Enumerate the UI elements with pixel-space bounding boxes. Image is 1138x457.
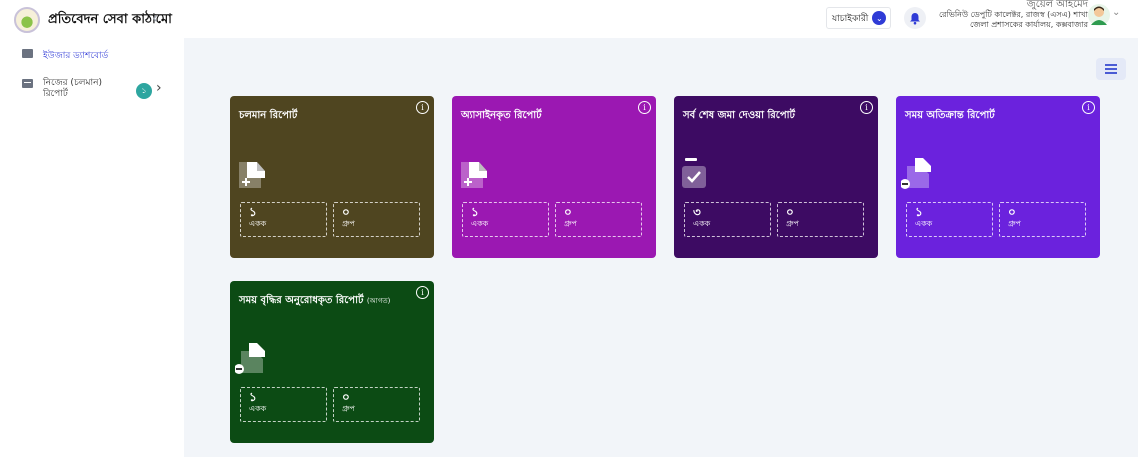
chevron-down-icon: ⌄: [872, 11, 887, 25]
stat-single[interactable]: ১ একক: [240, 202, 327, 237]
stat-label: একক: [471, 219, 489, 228]
stat-single[interactable]: ১ একক: [462, 202, 549, 237]
card-title: অ্যাসাইনকৃত রিপোর্ট: [461, 108, 542, 125]
info-icon[interactable]: i: [638, 101, 651, 114]
stat-label: গ্রুপ: [564, 219, 577, 228]
card-title: চলমান রিপোর্ট: [239, 108, 297, 125]
list-view-icon[interactable]: [1096, 58, 1126, 80]
brand[interactable]: প্রতিবেদন সেবা কাঠামো: [14, 7, 172, 33]
role-select[interactable]: যাচাইকারী ⌄: [826, 7, 892, 29]
card-title-text: অ্যাসাইনকৃত রিপোর্ট: [461, 110, 542, 121]
sidebar-item-label: নিজের (চলমান) রিপোর্ট: [43, 78, 102, 99]
user-designation: রেভিনিউ ডেপুটি কালেক্টর, রাজস্ব (এসএ) শা…: [938, 10, 1088, 19]
card-title-text: সময় অতিক্রান্ত রিপোর্ট: [905, 110, 995, 121]
stat-value: ১: [249, 390, 257, 404]
stat-single[interactable]: ৩ একক: [684, 202, 771, 237]
info-icon[interactable]: i: [416, 101, 429, 114]
count-badge: ১: [136, 83, 152, 99]
card-title: সময় বৃদ্ধির অনুরোধকৃত রিপোর্ট (আগত): [239, 293, 390, 310]
stat-value: ০: [786, 205, 794, 219]
stat-value: ০: [342, 390, 350, 404]
card-title-text: সময় বৃদ্ধির অনুরোধকৃত রিপোর্ট: [239, 295, 364, 306]
stat-value: ০: [342, 205, 350, 219]
user-name: জুয়েল আহমেদ: [1026, 0, 1088, 10]
report-icon: [22, 79, 33, 88]
stat-group[interactable]: ০ গ্রুপ: [333, 387, 420, 422]
stat-label: একক: [249, 404, 267, 413]
sidebar: ইউজার ড্যাশবোর্ড নিজের (চলমান) রিপোর্ট: [0, 38, 184, 457]
check-document-icon: [679, 158, 711, 192]
minus-document-icon: [900, 158, 933, 192]
user-info[interactable]: জুয়েল আহমেদ রেভিনিউ ডেপুটি কালেক্টর, রা…: [939, 0, 1088, 30]
notification-bell-icon[interactable]: [904, 7, 926, 29]
chevron-left-icon[interactable]: ‹: [152, 9, 158, 27]
stat-group[interactable]: ০ গ্রুপ: [333, 202, 420, 237]
app-logo-icon: [14, 7, 40, 33]
stat-single[interactable]: ১ একক: [906, 202, 993, 237]
stat-value: ১: [915, 205, 923, 219]
stat-label: একক: [693, 219, 711, 228]
report-card[interactable]: সর্ব শেষ জমা দেওয়া রিপোর্ট i ৩ একক ০ গ্রুপ: [674, 96, 878, 258]
user-office: জেলা প্রশাসকের কার্যালয়, কক্সবাজার: [969, 20, 1088, 29]
report-card[interactable]: সময় বৃদ্ধির অনুরোধকৃত রিপোর্ট (আগত) i ১ এক…: [230, 281, 434, 443]
info-icon[interactable]: i: [416, 286, 429, 299]
add-document-icon: [457, 158, 489, 192]
app-root: প্রতিবেদন সেবা কাঠামো ‹ যাচাইকারী ⌄ জুয়…: [0, 0, 1138, 457]
card-title-text: চলমান রিপোর্ট: [239, 110, 298, 121]
stat-group[interactable]: ০ গ্রুপ: [999, 202, 1086, 237]
top-bar: প্রতিবেদন সেবা কাঠামো ‹ যাচাইকারী ⌄ জুয়…: [0, 0, 1138, 38]
sidebar-item-dashboard[interactable]: ইউজার ড্যাশবোর্ড: [22, 48, 108, 63]
card-title: সর্ব শেষ জমা দেওয়া রিপোর্ট: [683, 108, 795, 125]
chevron-right-icon[interactable]: ›: [156, 80, 162, 96]
stat-value: ১: [471, 205, 479, 219]
sidebar-item-own-report[interactable]: নিজের (চলমান) রিপোর্ট: [22, 78, 113, 100]
card-subtitle: (আগত): [366, 297, 391, 305]
info-icon[interactable]: i: [1082, 101, 1095, 114]
stat-label: একক: [249, 219, 267, 228]
stat-value: ০: [1008, 205, 1016, 219]
stat-value: ১: [249, 205, 257, 219]
sidebar-item-label: ইউজার ড্যাশবোর্ড: [43, 51, 109, 61]
stat-label: গ্রুপ: [786, 219, 799, 228]
info-icon[interactable]: i: [860, 101, 873, 114]
stat-label: গ্রুপ: [342, 404, 355, 413]
stat-label: গ্রুপ: [1008, 219, 1021, 228]
stat-single[interactable]: ১ একক: [240, 387, 327, 422]
report-card[interactable]: সময় অতিক্রান্ত রিপোর্ট i ১ একক ০ গ্রুপ: [896, 96, 1100, 258]
report-card[interactable]: চলমান রিপোর্ট i ১ একক ০ গ্রুপ: [230, 96, 434, 258]
briefcase-icon: [22, 49, 33, 58]
report-card[interactable]: অ্যাসাইনকৃত রিপোর্ট i ১ একক ০ গ্রুপ: [452, 96, 656, 258]
chevron-down-icon[interactable]: ⌄: [1112, 7, 1120, 18]
minus-document-icon: [234, 343, 267, 377]
stat-label: গ্রুপ: [342, 219, 355, 228]
avatar[interactable]: [1088, 4, 1110, 26]
role-label: যাচাইকারী: [832, 13, 869, 24]
stat-value: ৩: [693, 205, 701, 219]
stat-label: একক: [915, 219, 933, 228]
stat-group[interactable]: ০ গ্রুপ: [777, 202, 864, 237]
stat-value: ০: [564, 205, 572, 219]
card-title: সময় অতিক্রান্ত রিপোর্ট: [905, 108, 995, 125]
stat-group[interactable]: ০ গ্রুপ: [555, 202, 642, 237]
add-document-icon: [235, 158, 267, 192]
card-title-text: সর্ব শেষ জমা দেওয়া রিপোর্ট: [683, 110, 795, 121]
